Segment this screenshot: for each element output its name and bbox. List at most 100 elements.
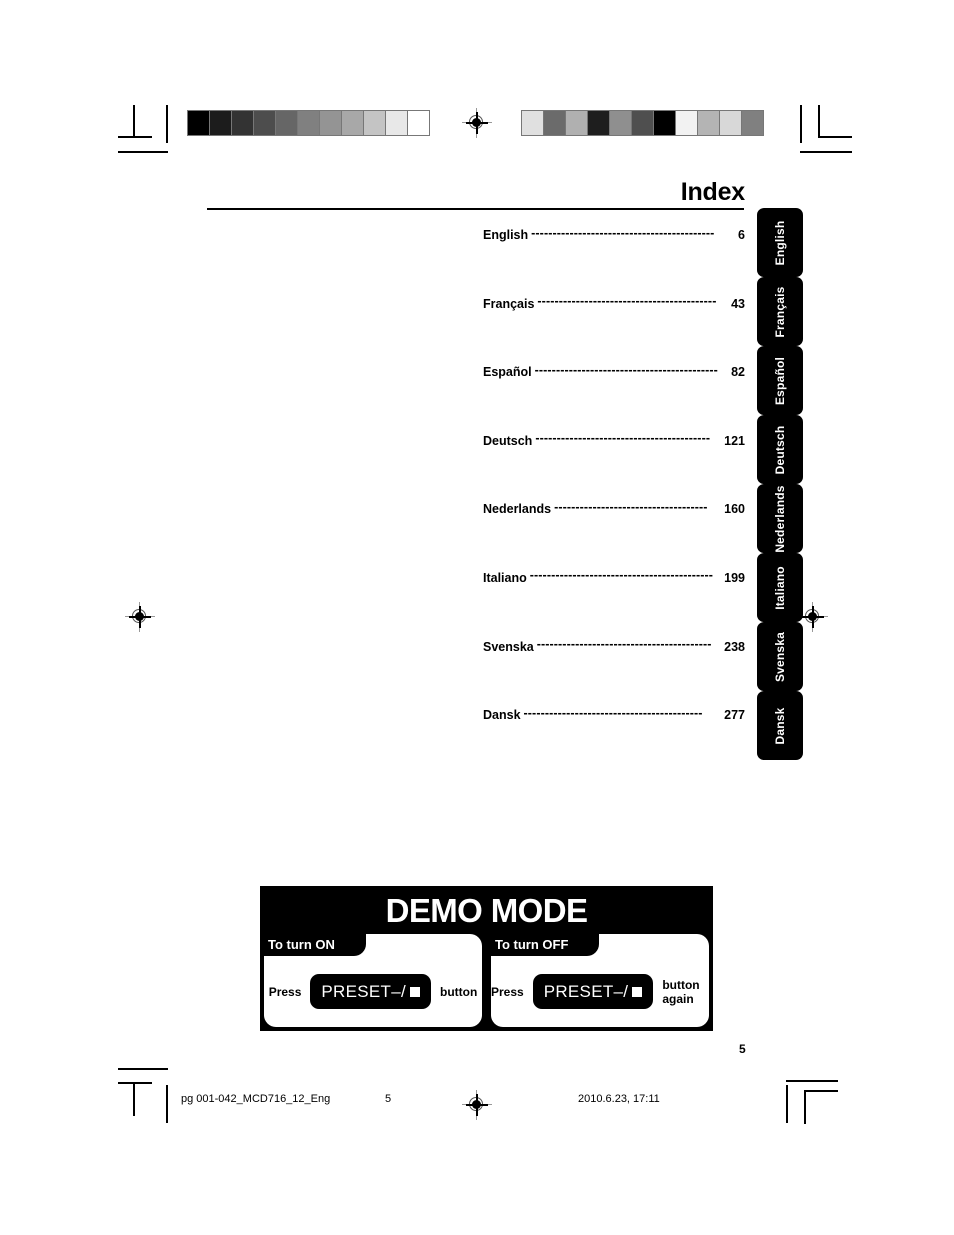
index-entry[interactable]: English ---------------------------------… — [483, 225, 745, 297]
calibration-swatch — [363, 111, 385, 135]
index-entry-leader: ----------------------------------------… — [529, 568, 714, 583]
turn-on-press-text: Press — [268, 984, 302, 999]
turn-on-instruction-row: Press PRESET–/ button — [264, 956, 482, 1027]
preset-stop-button-off[interactable]: PRESET–/ — [532, 974, 654, 1009]
language-tab-strip: English Français Español Deutsch Nederlands I… — [757, 208, 803, 760]
index-entry-language: Español — [483, 365, 532, 380]
demo-mode-panel: DEMO MODE To turn ON Press PRESET–/ butt… — [260, 886, 713, 1031]
index-entry[interactable]: Nederlands ------------------------------… — [483, 499, 745, 571]
language-tab-label: English — [773, 220, 787, 265]
calibration-swatch — [741, 111, 763, 135]
index-entry[interactable]: Français --------------------------------… — [483, 294, 745, 366]
language-tab-label: Svenska — [773, 631, 787, 682]
calibration-bar-left — [187, 110, 430, 136]
index-entry-language: Nederlands — [483, 502, 552, 517]
index-entry-language: Deutsch — [483, 433, 533, 448]
index-entry-leader: ----------------------------------------… — [536, 637, 712, 652]
language-tab-espaol[interactable]: Español — [757, 346, 803, 415]
index-entry[interactable]: Dansk -----------------------------------… — [483, 705, 745, 777]
index-entry-page: 160 — [724, 502, 745, 517]
calibration-swatch — [631, 111, 653, 135]
calibration-swatch — [253, 111, 275, 135]
index-entry[interactable]: Italiano --------------------------------… — [483, 568, 745, 640]
language-tab-nederlands[interactable]: Nederlands — [757, 484, 803, 553]
index-entry-leader: ----------------------------------------… — [534, 362, 718, 377]
language-tab-svenska[interactable]: Svenska — [757, 622, 803, 691]
demo-mode-title: DEMO MODE — [385, 892, 588, 929]
calibration-swatch — [675, 111, 697, 135]
calibration-swatch — [565, 111, 587, 135]
calibration-bar-right — [521, 110, 764, 136]
language-tab-label: Français — [773, 286, 787, 337]
calibration-swatch — [231, 111, 253, 135]
language-tab-label: Nederlands — [773, 484, 787, 553]
registration-target-left — [125, 602, 155, 632]
calibration-swatch — [587, 111, 609, 135]
index-entry-language: Svenska — [483, 639, 534, 654]
calibration-swatch — [297, 111, 319, 135]
registration-target-top-center — [462, 108, 492, 138]
folio-page-number: 5 — [739, 1042, 746, 1056]
preset-stop-button-on[interactable]: PRESET–/ — [310, 974, 431, 1009]
index-entry[interactable]: Deutsch ---------------------------------… — [483, 431, 745, 503]
calibration-swatch — [385, 111, 407, 135]
index-entry-leader: ----------------------------------------… — [523, 705, 703, 720]
index-entry-leader: ------------------------------------ — [554, 499, 708, 514]
calibration-swatch — [697, 111, 719, 135]
index-entry-leader: ----------------------------------------… — [531, 225, 715, 240]
calibration-swatch — [407, 111, 429, 135]
calibration-swatch — [543, 111, 565, 135]
index-entry-page: 6 — [738, 228, 745, 242]
footer-page-number: 5 — [385, 1093, 392, 1105]
index-entry-list: English ---------------------------------… — [483, 225, 745, 777]
index-entry-page: 43 — [731, 296, 745, 311]
index-entry-page: 199 — [724, 570, 745, 585]
language-tab-dansk[interactable]: Dansk — [757, 691, 803, 760]
turn-off-press-text: Press — [491, 984, 524, 999]
language-tab-deutsch[interactable]: Deutsch — [757, 415, 803, 484]
index-entry-leader: ----------------------------------------… — [535, 431, 711, 446]
calibration-swatch — [209, 111, 231, 135]
calibration-swatch — [341, 111, 363, 135]
language-tab-english[interactable]: English — [757, 208, 803, 277]
index-entry-leader: ----------------------------------------… — [537, 294, 717, 309]
demo-mode-turn-off-card: To turn OFF Press PRESET–/ button again — [491, 934, 709, 1027]
language-tab-label: Dansk — [773, 706, 787, 745]
index-entry-page: 82 — [731, 365, 745, 380]
index-entry-language: Dansk — [483, 708, 521, 723]
turn-on-label: To turn ON — [268, 937, 335, 952]
turn-off-after-text: button again — [662, 977, 700, 1006]
demo-mode-turn-on-card: To turn ON Press PRESET–/ button — [264, 934, 482, 1027]
preset-stop-button-on-label: PRESET–/ — [321, 982, 406, 1001]
index-entry[interactable]: Svenska ---------------------------------… — [483, 637, 745, 709]
calibration-swatch — [609, 111, 631, 135]
stop-square-icon — [410, 986, 420, 997]
turn-on-after-text: button — [440, 984, 478, 999]
turn-off-instruction-row: Press PRESET–/ button again — [491, 956, 709, 1027]
footer-timestamp: 2010.6.23, 17:11 — [578, 1093, 660, 1105]
registration-target-bottom-center — [462, 1090, 492, 1120]
calibration-swatch — [319, 111, 341, 135]
calibration-swatch — [653, 111, 675, 135]
index-entry-language: Italiano — [483, 570, 527, 585]
index-entry-language: English — [483, 228, 529, 242]
language-tab-label: Español — [773, 356, 787, 405]
index-entry[interactable]: Español ---------------------------------… — [483, 362, 745, 434]
document-page: Index English ---------------------------… — [0, 0, 954, 1235]
index-entry-language: Français — [483, 296, 535, 311]
language-tab-label: Deutsch — [773, 425, 787, 474]
calibration-swatch — [522, 111, 543, 135]
page-title: Index — [680, 178, 745, 206]
turn-off-label: To turn OFF — [495, 937, 569, 952]
calibration-swatch — [275, 111, 297, 135]
index-entry-page: 121 — [724, 433, 745, 448]
language-tab-italiano[interactable]: Italiano — [757, 553, 803, 622]
language-tab-franais[interactable]: Français — [757, 277, 803, 346]
preset-stop-button-off-label: PRESET–/ — [543, 982, 629, 1001]
stop-square-icon — [632, 986, 643, 997]
footer-filename: pg 001-042_MCD716_12_Eng — [181, 1093, 331, 1105]
index-entry-page: 277 — [724, 708, 745, 723]
title-divider — [207, 208, 744, 210]
calibration-swatch — [188, 111, 209, 135]
calibration-swatch — [719, 111, 741, 135]
